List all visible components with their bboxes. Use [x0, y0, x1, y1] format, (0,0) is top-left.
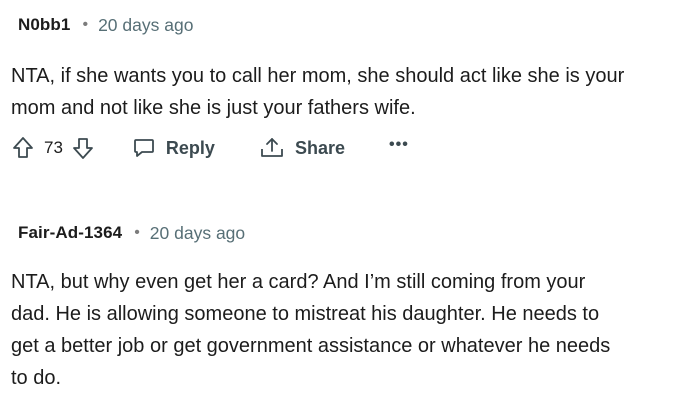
timestamp[interactable]: 20 days ago	[150, 223, 245, 244]
speech-bubble-icon	[132, 136, 156, 160]
comment-action-bar: 73 Reply Share •••	[12, 134, 409, 162]
comment-body-line: mom and not like she is just your father…	[11, 97, 416, 119]
comment-meta: Fair-Ad-1364 • 20 days ago	[18, 222, 245, 244]
share-upload-icon	[259, 136, 285, 160]
arrow-up-outline-icon[interactable]	[12, 136, 34, 160]
share-label: Share	[294, 137, 345, 158]
reply-button[interactable]: Reply	[132, 136, 215, 160]
comment-body-line: dad. He is allowing someone to mistreat …	[11, 303, 600, 325]
comment-body-line: get a better job or get government assis…	[11, 335, 611, 357]
share-button[interactable]: Share	[259, 136, 345, 160]
separator-dot: •	[82, 16, 89, 33]
comment-body-line: NTA, but why even get her a card? And I’…	[11, 271, 586, 293]
separator-dot: •	[134, 224, 140, 241]
comment-body-line: to do.	[11, 367, 62, 389]
comment-body: NTA, but why even get her a card? And I’…	[11, 266, 697, 394]
username[interactable]: Fair-Ad-1364	[18, 223, 122, 243]
vote-count: 73	[44, 138, 63, 157]
vote-group: 73	[12, 136, 94, 160]
arrow-down-outline-icon[interactable]	[72, 136, 94, 160]
comment-body: NTA, if she wants you to call her mom, s…	[11, 60, 697, 124]
comment-meta: N0bb1 • 20 days ago	[18, 14, 193, 36]
more-options-button[interactable]: •••	[389, 137, 409, 156]
username[interactable]: N0bb1	[18, 15, 70, 35]
comment-body-line: NTA, if she wants you to call her mom, s…	[11, 65, 625, 87]
timestamp[interactable]: 20 days ago	[98, 15, 193, 36]
reply-label: Reply	[165, 137, 215, 158]
